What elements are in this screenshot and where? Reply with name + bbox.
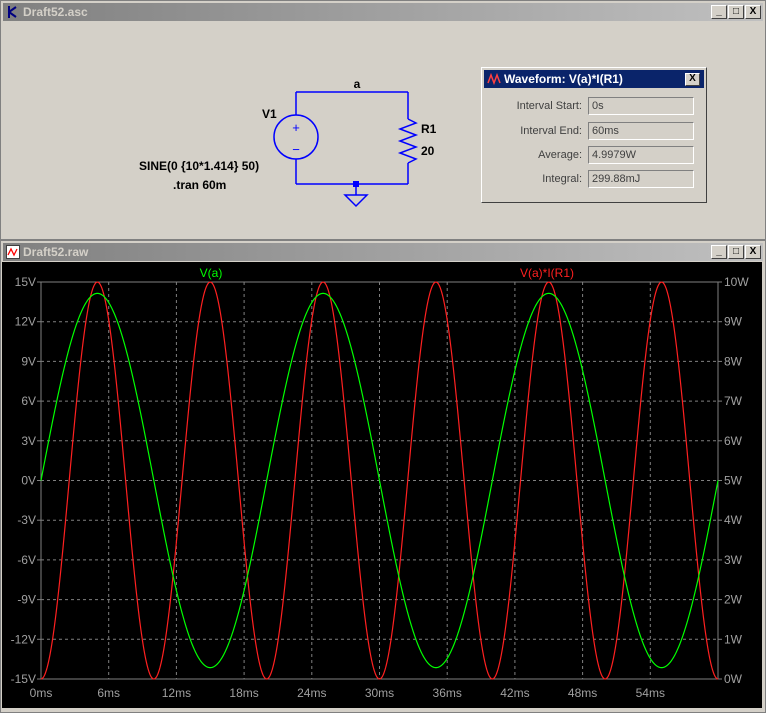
y-right-tick-label: 8W: [724, 354, 743, 368]
resistor-symbol[interactable]: [397, 118, 419, 164]
integral-row: Integral: 299.88mJ: [482, 170, 708, 190]
y-left-tick-label: -9V: [17, 593, 36, 607]
legend-va[interactable]: V(a): [200, 266, 223, 280]
source-minus-sign: −: [292, 142, 300, 157]
interval-start-field[interactable]: 0s: [588, 97, 694, 115]
y-right-tick-label: 3W: [724, 553, 743, 567]
average-field: 4.9979W: [588, 146, 694, 164]
ground-junction: [353, 181, 359, 187]
x-tick-label: 48ms: [568, 686, 597, 700]
y-right-tick-label: 10W: [724, 275, 749, 289]
y-right-tick-label: 9W: [724, 315, 743, 329]
schematic-maximize-button[interactable]: □: [728, 5, 744, 19]
y-left-tick-label: 0V: [21, 474, 36, 488]
x-tick-label: 54ms: [636, 686, 665, 700]
schematic-titlebar[interactable]: Draft52.asc _ □ X: [3, 3, 763, 21]
waveform-dialog-close-button[interactable]: X: [685, 73, 700, 86]
y-left-tick-label: 12V: [15, 315, 36, 329]
waveform-dialog-titlebar[interactable]: Waveform: V(a)*I(R1) X: [484, 70, 704, 88]
schematic-minimize-button[interactable]: _: [711, 5, 727, 19]
plot-close-button[interactable]: X: [745, 245, 761, 259]
integral-label: Integral:: [542, 173, 582, 185]
x-tick-label: 36ms: [433, 686, 462, 700]
waveform-chart[interactable]: 0ms 6ms 12ms 18ms 24ms 30ms 36ms 42ms 48ms 54ms 15…: [2, 262, 762, 708]
y-right-tick-label: 2W: [724, 593, 743, 607]
y-left-tick-label: -15V: [11, 672, 36, 686]
plot-titlebar[interactable]: Draft52.raw _ □ X: [3, 243, 763, 261]
y-right-tick-label: 5W: [724, 474, 743, 488]
interval-end-row: Interval End: 60ms: [482, 122, 708, 142]
tran-directive[interactable]: .tran 60m: [173, 178, 226, 192]
plot-maximize-button[interactable]: □: [728, 245, 744, 259]
waveform-plot[interactable]: 0ms 6ms 12ms 18ms 24ms 30ms 36ms 42ms 48ms 54ms 15…: [2, 262, 762, 708]
schematic-title: Draft52.asc: [23, 5, 88, 19]
resistor-name[interactable]: R1: [421, 122, 437, 136]
x-tick-label: 24ms: [297, 686, 326, 700]
y-left-tick-label: 15V: [15, 275, 36, 289]
waveform-dialog: Waveform: V(a)*I(R1) X Interval Start: 0…: [481, 67, 707, 203]
ground-symbol[interactable]: [343, 194, 369, 208]
x-tick-label: 18ms: [229, 686, 258, 700]
net-label-a[interactable]: a: [354, 77, 361, 91]
plot-minimize-button[interactable]: _: [711, 245, 727, 259]
x-tick-label: 0ms: [30, 686, 53, 700]
plot-title: Draft52.raw: [23, 245, 89, 259]
x-tick-label: 30ms: [365, 686, 394, 700]
waveform-dialog-title: Waveform: V(a)*I(R1): [504, 72, 623, 86]
interval-end-label: Interval End:: [520, 125, 582, 137]
y-left-tick-label: 6V: [21, 394, 36, 408]
plot-app-icon: [6, 245, 20, 259]
interval-end-field[interactable]: 60ms: [588, 122, 694, 140]
y-right-tick-label: 4W: [724, 513, 743, 527]
y-left-tick-label: -6V: [17, 553, 36, 567]
schematic-app-icon: [8, 6, 17, 18]
y-left-tick-label: 3V: [21, 434, 36, 448]
y-right-tick-label: 0W: [724, 672, 743, 686]
source-name[interactable]: V1: [262, 107, 277, 121]
legend-power[interactable]: V(a)*I(R1): [520, 266, 574, 280]
average-row: Average: 4.9979W: [482, 146, 708, 166]
interval-start-label: Interval Start:: [516, 100, 582, 112]
x-tick-label: 6ms: [97, 686, 120, 700]
integral-field: 299.88mJ: [588, 170, 694, 188]
source-plus-sign: +: [292, 120, 300, 135]
y-left-tick-label: -12V: [11, 632, 36, 646]
y-left-tick-label: 9V: [21, 354, 36, 368]
y-right-tick-label: 6W: [724, 434, 743, 448]
schematic-window: Draft52.asc _ □ X + − a V1 SINE(0 {10*1.…: [0, 0, 766, 240]
average-label: Average:: [538, 149, 582, 161]
y-left-tick-label: -3V: [17, 513, 36, 527]
waveform-icon: [487, 72, 501, 86]
y-right-tick-label: 1W: [724, 632, 743, 646]
schematic-close-button[interactable]: X: [745, 5, 761, 19]
interval-start-row: Interval Start: 0s: [482, 97, 708, 117]
x-tick-label: 12ms: [162, 686, 191, 700]
y-right-tick-label: 7W: [724, 394, 743, 408]
source-value[interactable]: SINE(0 {10*1.414} 50): [139, 159, 259, 173]
x-tick-label: 42ms: [500, 686, 529, 700]
resistor-value[interactable]: 20: [421, 144, 435, 158]
